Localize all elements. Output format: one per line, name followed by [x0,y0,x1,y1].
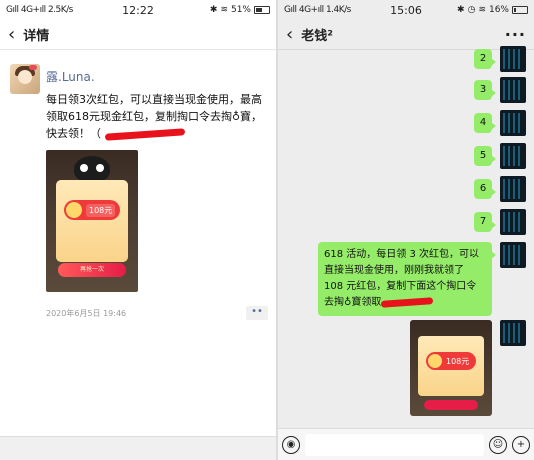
red-packet-pill: 108元 [426,352,476,370]
grab-again-button: 再抢一次 [58,263,126,277]
page-title: 详情 [23,29,50,44]
message-bubble[interactable]: 6 [474,179,496,199]
moments-detail-screen: Gıll 4G+ıll 2.5K/s 12:22 ✱ ≋ 51% ‹ 详情 露.… [0,0,276,460]
avatar[interactable] [10,64,40,94]
red-packet-card: 108元 [56,180,128,262]
battery-icon [512,6,528,14]
coin-icon [428,354,442,368]
bottom-bar [0,436,276,460]
chat-screen: Gıll 4G+ıll 1.4K/s 15:06 ✱ ◷ ≋ 16% ‹ 老钱²… [278,0,534,460]
voice-icon[interactable]: ◉ [282,435,300,454]
author-nickname[interactable]: 露.Luna. [46,68,266,85]
message-bubble[interactable]: 2 [474,49,496,69]
avatar[interactable] [500,77,526,103]
message-row: 6 [474,176,526,202]
message-row: 2 [474,46,526,72]
red-packet-amount: 108元 [446,356,470,366]
message-bubble[interactable]: 7 [474,212,496,232]
message-bubble[interactable]: 3 [474,80,496,100]
status-clock: 12:22 [122,3,154,17]
avatar[interactable] [500,320,526,346]
message-row: 5 [474,143,526,169]
avatar[interactable] [500,46,526,72]
avatar[interactable] [500,110,526,136]
image-button [424,400,478,410]
long-message-bubble[interactable]: 618 活动，每日领 3 次红包，可以直接当现金使用，刚刚我就领了 108 元红… [318,242,496,316]
red-packet-pill: 108元 [64,200,120,220]
emoji-icon[interactable]: ☺ [489,435,507,454]
message-row: 4 [474,110,526,136]
image-message[interactable]: 108元 [410,320,492,416]
input-bar: ◉ ☺ + [278,428,534,460]
promo-image[interactable]: 108元 再抢一次 [46,150,138,292]
coin-icon [66,202,82,218]
post-time: 2020年6月5日 19:46 [46,308,127,318]
tmall-cat-icon [74,156,110,182]
plus-icon[interactable]: + [512,435,530,454]
post-text-block: 每日领3次红包，可以直接当现金使用，最高领取618元现金红包，复制掏口令去掏♁寶… [46,91,268,142]
message-bubble[interactable]: 4 [474,113,496,133]
avatar[interactable] [500,242,526,268]
message-bubble[interactable]: 5 [474,146,496,166]
avatar[interactable] [500,143,526,169]
message-row: 3 [474,77,526,103]
more-options-button[interactable]: ··· [505,25,526,44]
chat-title: 老钱² [301,29,333,44]
nav-bar: ‹ 详情 [0,20,276,50]
redaction-mark [104,127,185,141]
avatar[interactable] [500,209,526,235]
moment-post: 露.Luna. 每日领3次红包，可以直接当现金使用，最高领取618元现金红包，复… [0,50,276,320]
avatar[interactable] [500,176,526,202]
status-bar: Gıll 4G+ıll 2.5K/s 12:22 ✱ ≋ 51% [0,0,276,20]
status-clock: 15:06 [390,3,422,17]
status-bar: Gıll 4G+ıll 1.4K/s 15:06 ✱ ◷ ≋ 16% [278,0,534,20]
message-row: 108元 [410,320,526,416]
message-row: 618 活动，每日领 3 次红包，可以直接当现金使用，刚刚我就领了 108 元红… [318,242,526,316]
message-row: 7 [474,209,526,235]
moment-meta: 2020年6月5日 19:46 •• [46,306,268,320]
message-list[interactable]: 2 3 4 5 6 7 618 活动，每日领 3 次红包，可以直接当现金使用，刚… [278,46,534,428]
chevron-left-icon[interactable]: ‹ [286,24,293,45]
redaction-mark [381,296,434,308]
red-packet-amount: 108元 [86,203,116,217]
chevron-left-icon[interactable]: ‹ [8,24,15,45]
message-input[interactable] [305,433,484,456]
red-packet-card: 108元 [418,336,484,396]
comment-menu-button[interactable]: •• [246,306,268,320]
battery-icon [254,6,270,14]
